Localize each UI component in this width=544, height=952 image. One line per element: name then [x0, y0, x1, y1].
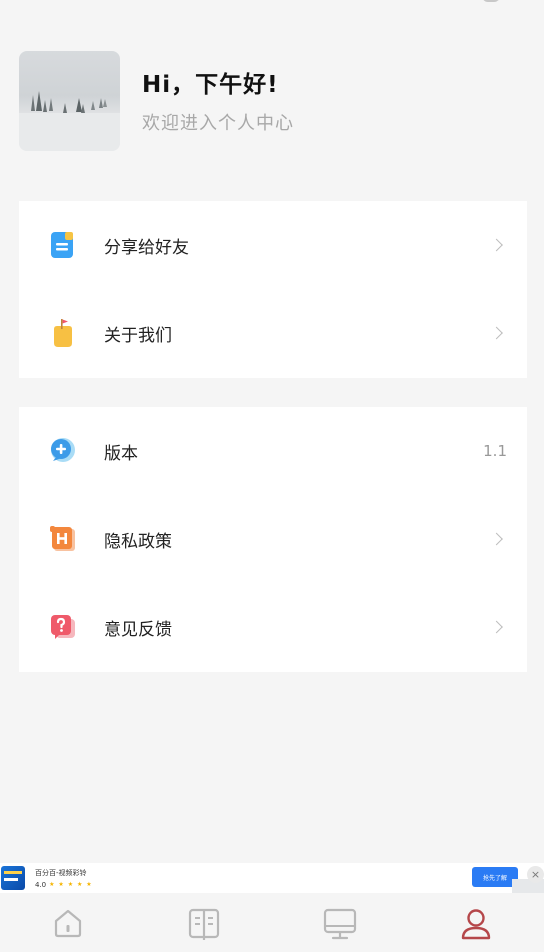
privacy-scroll-icon — [47, 523, 79, 555]
bottom-tab-bar — [0, 893, 544, 952]
menu-item-privacy[interactable]: 隐私政策 — [19, 495, 527, 583]
chevron-right-icon — [490, 532, 503, 546]
avatar[interactable] — [19, 51, 120, 151]
monitor-icon — [323, 908, 357, 940]
ad-rating-value: 4.0 — [35, 880, 47, 889]
chevron-right-icon — [490, 620, 503, 634]
menu-card-settings: 版本 1.1 隐私政策 意见反馈 — [19, 407, 527, 672]
ad-app-logo — [1, 866, 25, 890]
home-icon — [54, 909, 82, 938]
menu-item-label: 关于我们 — [104, 325, 172, 346]
ad-close-icon[interactable]: × — [527, 866, 544, 883]
menu-item-label: 隐私政策 — [104, 531, 172, 552]
version-value: 1.1 — [483, 442, 507, 460]
ad-banner[interactable]: 百分百-视频彩铃 4.0 ★ ★ ★ ★ ★ 抢先了解 × — [0, 863, 544, 893]
menu-item-share[interactable]: 分享给好友 — [19, 201, 527, 289]
avatar-snow-landscape — [19, 91, 120, 151]
star-rating-icon: ★ ★ ★ ★ ★ — [49, 881, 93, 888]
menu-item-version[interactable]: 版本 1.1 — [19, 407, 527, 495]
tab-home[interactable] — [0, 893, 136, 952]
ad-rating: 4.0 ★ ★ ★ ★ ★ — [35, 881, 93, 889]
about-bag-flag-icon — [47, 317, 79, 349]
version-chat-plus-icon — [47, 435, 79, 467]
tab-book[interactable] — [136, 893, 272, 952]
menu-item-feedback[interactable]: 意见反馈 — [19, 583, 527, 671]
user-icon — [461, 909, 491, 940]
ad-title: 百分百-视频彩铃 — [35, 868, 87, 877]
chevron-right-icon — [490, 238, 503, 252]
share-document-icon — [47, 229, 79, 261]
menu-item-label: 意见反馈 — [104, 619, 172, 640]
tab-screen[interactable] — [272, 893, 408, 952]
menu-item-about[interactable]: 关于我们 — [19, 289, 527, 377]
book-icon — [188, 908, 220, 940]
menu-item-label: 版本 — [104, 443, 138, 464]
greeting-subtitle: 欢迎进入个人中心 — [142, 113, 294, 134]
profile-header: Hi，下午好! 欢迎进入个人中心 — [19, 51, 294, 151]
top-partial-icon — [482, 0, 500, 2]
feedback-question-icon — [47, 611, 79, 643]
greeting-title: Hi，下午好! — [142, 72, 279, 98]
chevron-right-icon — [490, 326, 503, 340]
tab-profile[interactable] — [408, 893, 544, 952]
menu-card-share-about: 分享给好友 关于我们 — [19, 201, 527, 378]
menu-item-label: 分享给好友 — [104, 237, 189, 258]
